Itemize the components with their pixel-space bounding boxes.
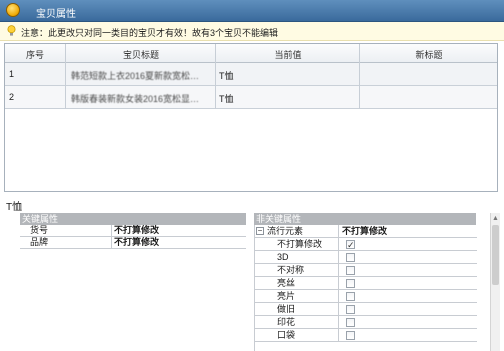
- property-name: 货号: [20, 225, 112, 237]
- app-icon: [6, 3, 20, 17]
- table-row[interactable]: 2 韩版春装新款女装2016宽松显… T恤: [5, 86, 497, 109]
- option-label: 口袋: [255, 329, 339, 342]
- property-name: 品牌: [20, 237, 112, 249]
- option-label: 不打算修改: [255, 238, 339, 251]
- row-index: 2: [9, 92, 15, 102]
- option-label: 印花: [255, 316, 339, 329]
- option-row[interactable]: 3D: [255, 251, 477, 264]
- items-table: 序号 宝贝标题 当前值 新标题 1 韩范短款上衣2016夏新款宽松… T恤 2 …: [4, 43, 498, 192]
- notice-text: 注意：此更改只对同一类目的宝贝才有效！故有3个宝贝不能编辑: [21, 28, 279, 38]
- row-current-value: T恤: [219, 94, 234, 104]
- category-label: T恤: [6, 202, 23, 213]
- option-value-cell: [339, 277, 477, 290]
- option-checkbox[interactable]: [346, 253, 355, 262]
- property-value[interactable]: 不打算修改: [112, 237, 246, 249]
- option-checkbox[interactable]: [346, 239, 355, 251]
- column-divider: [215, 44, 216, 109]
- column-divider: [359, 44, 360, 109]
- scrollbar-thumb[interactable]: [492, 225, 499, 285]
- scroll-up-icon[interactable]: ▲: [492, 215, 499, 222]
- option-value-cell: [339, 303, 477, 316]
- row-current-value: T恤: [219, 71, 234, 81]
- vertical-scrollbar[interactable]: ▲: [490, 213, 500, 351]
- window-titlebar[interactable]: 宝贝属性: [0, 0, 504, 22]
- option-label: 亮丝: [255, 277, 339, 290]
- key-property-row[interactable]: 货号 不打算修改: [20, 225, 246, 237]
- collapse-icon[interactable]: −: [256, 227, 264, 235]
- column-header-current[interactable]: 当前值: [217, 48, 359, 61]
- option-checkbox[interactable]: [346, 292, 355, 301]
- group-name-cell: − 流行元素: [255, 225, 339, 238]
- option-value-cell: [339, 238, 477, 251]
- table-row[interactable]: 1 韩范短款上衣2016夏新款宽松… T恤: [5, 63, 497, 86]
- option-row[interactable]: 口袋: [255, 329, 477, 342]
- option-label: 做旧: [255, 303, 339, 316]
- option-row[interactable]: 不打算修改: [255, 238, 477, 251]
- key-properties-header: 关键属性: [20, 213, 246, 225]
- option-checkbox[interactable]: [346, 305, 355, 314]
- option-label: 3D: [255, 251, 339, 264]
- key-property-row[interactable]: 品牌 不打算修改: [20, 237, 246, 249]
- option-checkbox[interactable]: [346, 318, 355, 327]
- column-divider: [65, 44, 66, 109]
- option-label: 不对称: [255, 264, 339, 277]
- option-label: 亮片: [255, 290, 339, 303]
- group-value[interactable]: 不打算修改: [339, 225, 477, 238]
- notice-bar: 注意：此更改只对同一类目的宝贝才有效！故有3个宝贝不能编辑: [0, 22, 504, 41]
- lightbulb-icon: [7, 25, 16, 36]
- option-checkbox[interactable]: [346, 279, 355, 288]
- property-group-row[interactable]: − 流行元素 不打算修改: [255, 225, 477, 238]
- group-name: 流行元素: [267, 226, 304, 236]
- row-index: 1: [9, 69, 15, 79]
- column-header-index[interactable]: 序号: [5, 48, 65, 61]
- row-title: 韩范短款上衣2016夏新款宽松…: [71, 71, 200, 81]
- column-header-new[interactable]: 新标题: [361, 48, 497, 61]
- option-value-cell: [339, 290, 477, 303]
- option-row[interactable]: 亮片: [255, 290, 477, 303]
- option-value-cell: [339, 329, 477, 342]
- row-title: 韩版春装新款女装2016宽松显…: [71, 94, 200, 104]
- option-row[interactable]: 印花: [255, 316, 477, 329]
- option-row[interactable]: 不对称: [255, 264, 477, 277]
- option-checkbox[interactable]: [346, 331, 355, 340]
- window-title: 宝贝属性: [36, 9, 76, 20]
- option-value-cell: [339, 251, 477, 264]
- option-row[interactable]: 做旧: [255, 303, 477, 316]
- column-header-title[interactable]: 宝贝标题: [67, 48, 215, 61]
- option-checkbox[interactable]: [346, 266, 355, 275]
- option-value-cell: [339, 264, 477, 277]
- property-grid: 关键属性 非关键属性 货号 不打算修改 品牌 不打算修改 − 流行元素 不打算修…: [20, 213, 490, 351]
- table-header: 序号 宝贝标题 当前值 新标题: [5, 44, 497, 63]
- option-value-cell: [339, 316, 477, 329]
- option-row[interactable]: 亮丝: [255, 277, 477, 290]
- nonkey-properties-panel: − 流行元素 不打算修改 不打算修改 3D 不对称 亮丝 亮片 做旧: [254, 225, 477, 351]
- property-value[interactable]: 不打算修改: [112, 225, 246, 237]
- nonkey-properties-header: 非关键属性: [254, 213, 476, 225]
